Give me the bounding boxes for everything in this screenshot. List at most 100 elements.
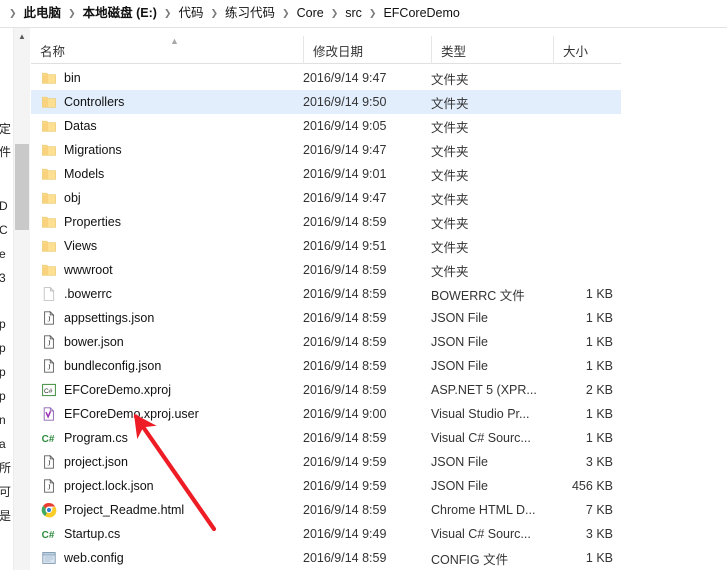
file-name-cell[interactable]: Jbundleconfig.json (31, 358, 301, 374)
file-name-label: Models (64, 167, 105, 181)
file-list-row[interactable]: Properties 2016/9/14 8:59 文件夹 (31, 210, 621, 234)
navigation-pane-item-clipped[interactable]: 所 (0, 462, 11, 474)
navigation-pane-item-clipped[interactable]: p (0, 318, 6, 330)
navigation-pane-item-clipped[interactable]: n (0, 414, 6, 426)
column-header-2[interactable]: 修改日期 (303, 36, 431, 64)
file-date-cell: 2016/9/14 8:59 (303, 215, 387, 229)
json-file-icon: J (41, 358, 57, 374)
file-list-row[interactable]: Controllers 2016/9/14 9:50 文件夹 (31, 90, 621, 114)
file-name-cell[interactable]: Models (31, 166, 301, 182)
breadcrumb-item[interactable]: Core (295, 5, 326, 22)
breadcrumb-item[interactable]: EFCoreDemo (381, 5, 461, 22)
file-size-cell: 1 KB (585, 335, 613, 349)
breadcrumb-item[interactable]: 此电脑 (22, 5, 64, 22)
file-type-cell: 文件夹 (431, 144, 469, 159)
file-name-cell[interactable]: Migrations (31, 142, 301, 158)
file-list-row[interactable]: C# Startup.cs 2016/9/14 9:49 Visual C# Sour… (31, 522, 621, 546)
file-date-cell: 2016/9/14 9:47 (303, 143, 387, 157)
navigation-pane-item-clipped[interactable]: 3 (0, 272, 6, 284)
file-list-row[interactable]: Jbundleconfig.json 2016/9/14 8:59 JSON Fil… (31, 354, 621, 378)
file-list-row[interactable]: .bowerrc 2016/9/14 8:59 BOWERRC 文件 1 KB (31, 282, 621, 306)
file-name-cell[interactable]: Jbower.json (31, 334, 301, 350)
scroll-up-arrow-icon[interactable]: ▲ (14, 28, 30, 45)
file-list-row[interactable]: Datas 2016/9/14 9:05 文件夹 (31, 114, 621, 138)
chevron-right-icon[interactable]: ❯ (4, 9, 22, 18)
file-type-cell: Visual Studio Pr... (431, 407, 530, 421)
file-list-row[interactable]: Jbower.json 2016/9/14 8:59 JSON File 1 KB (31, 330, 621, 354)
file-list-row[interactable]: Migrations 2016/9/14 9:47 文件夹 (31, 138, 621, 162)
file-list-row[interactable]: Jappsettings.json 2016/9/14 8:59 JSON File… (31, 306, 621, 330)
folder-icon (41, 70, 57, 86)
file-name-cell[interactable]: C# EFCoreDemo.xproj (31, 382, 301, 398)
visual-studio-user-file-icon (41, 406, 57, 422)
column-header-3[interactable]: 类型 (431, 36, 553, 64)
file-name-cell[interactable]: Views (31, 238, 301, 254)
file-type-cell: 文件夹 (431, 240, 469, 255)
file-list-row[interactable]: C# EFCoreDemo.xproj 2016/9/14 8:59 ASP.NET … (31, 378, 621, 402)
breadcrumb-separator-icon: ❯ (330, 8, 339, 18)
file-name-cell[interactable]: Project_Readme.html (31, 502, 301, 518)
file-name-cell[interactable]: Jappsettings.json (31, 310, 301, 326)
breadcrumb-item[interactable]: 本地磁盘 (E:) (81, 5, 159, 22)
file-list-row[interactable]: EFCoreDemo.xproj.user 2016/9/14 9:00 Visua… (31, 402, 621, 426)
navigation-pane-item-clipped[interactable]: 可 (0, 486, 11, 498)
file-name-cell[interactable]: .bowerrc (31, 286, 301, 302)
file-type-cell: JSON File (431, 479, 488, 493)
file-size-cell: 1 KB (585, 551, 613, 565)
file-list-row[interactable]: C# Program.cs 2016/9/14 8:59 Visual C# Sour… (31, 426, 621, 450)
file-date-cell: 2016/9/14 8:59 (303, 503, 387, 517)
file-list-row[interactable]: Project_Readme.html 2016/9/14 8:59 Chrome … (31, 498, 621, 522)
column-header-1[interactable]: 名称 (31, 36, 303, 64)
json-file-icon: J (41, 334, 57, 350)
file-list-row[interactable]: Models 2016/9/14 9:01 文件夹 (31, 162, 621, 186)
navigation-pane-item-clipped[interactable]: e (0, 248, 6, 260)
file-type-cell: JSON File (431, 455, 488, 469)
file-name-cell[interactable]: obj (31, 190, 301, 206)
file-type-cell: JSON File (431, 359, 488, 373)
left-rail: 定件DCe3ppppna所可是 ▲ (0, 28, 30, 570)
navigation-pane-item-clipped[interactable]: p (0, 366, 6, 378)
navigation-pane-item-clipped[interactable]: p (0, 390, 6, 402)
navigation-pane-item-clipped[interactable]: a (0, 438, 6, 450)
vertical-scrollbar[interactable]: ▲ (13, 28, 30, 570)
file-type-cell: Visual C# Sourc... (431, 527, 531, 541)
breadcrumb-item[interactable]: src (343, 5, 364, 22)
file-name-cell[interactable]: Properties (31, 214, 301, 230)
column-header-4[interactable]: 大小 (553, 36, 621, 64)
file-name-cell[interactable]: Datas (31, 118, 301, 134)
navigation-pane-item-clipped[interactable]: 是 (0, 510, 11, 522)
scrollbar-thumb[interactable] (15, 144, 29, 230)
file-list-row[interactable]: Views 2016/9/14 9:51 文件夹 (31, 234, 621, 258)
navigation-pane-item-clipped[interactable]: D (0, 200, 8, 212)
file-list-row[interactable]: obj 2016/9/14 9:47 文件夹 (31, 186, 621, 210)
file-name-label: bin (64, 71, 81, 85)
blank-document-icon (41, 286, 57, 302)
file-name-cell[interactable]: Jproject.lock.json (31, 478, 301, 494)
file-name-cell[interactable]: C# Program.cs (31, 430, 301, 446)
file-type-cell: 文件夹 (431, 216, 469, 231)
file-name-cell[interactable]: web.config (31, 550, 301, 566)
file-list-row[interactable]: wwwroot 2016/9/14 8:59 文件夹 (31, 258, 621, 282)
file-name-cell[interactable]: Controllers (31, 94, 301, 110)
file-name-cell[interactable]: Jproject.json (31, 454, 301, 470)
file-name-cell[interactable]: bin (31, 70, 301, 86)
file-date-cell: 2016/9/14 9:00 (303, 407, 387, 421)
file-list-row[interactable]: bin 2016/9/14 9:47 文件夹 (31, 66, 621, 90)
navigation-pane-item-clipped[interactable]: C (0, 224, 8, 236)
svg-text:C#: C# (42, 434, 55, 445)
file-list-row[interactable]: Jproject.json 2016/9/14 9:59 JSON File 3 KB (31, 450, 621, 474)
file-list-row[interactable]: Jproject.lock.json 2016/9/14 9:59 JSON Fil… (31, 474, 621, 498)
file-name-cell[interactable]: EFCoreDemo.xproj.user (31, 406, 301, 422)
svg-text:J: J (48, 459, 51, 467)
navigation-pane-item-clipped[interactable]: p (0, 342, 6, 354)
navigation-pane-item-clipped[interactable]: 定 (0, 123, 11, 135)
folder-icon (41, 166, 57, 182)
file-date-cell: 2016/9/14 8:59 (303, 311, 387, 325)
navigation-pane-item-clipped[interactable]: 件 (0, 146, 11, 158)
file-name-cell[interactable]: wwwroot (31, 262, 301, 278)
breadcrumb-item[interactable]: 代码 (176, 5, 205, 22)
file-list-row[interactable]: web.config 2016/9/14 8:59 CONFIG 文件 1 KB (31, 546, 621, 570)
breadcrumb-item[interactable]: 练习代码 (223, 5, 277, 22)
file-name-cell[interactable]: C# Startup.cs (31, 526, 301, 542)
breadcrumb[interactable]: ❯ 此电脑 ❯ 本地磁盘 (E:) ❯ 代码 ❯ 练习代码 ❯ Core ❯ src ❯ EFCoreD… (0, 0, 727, 28)
